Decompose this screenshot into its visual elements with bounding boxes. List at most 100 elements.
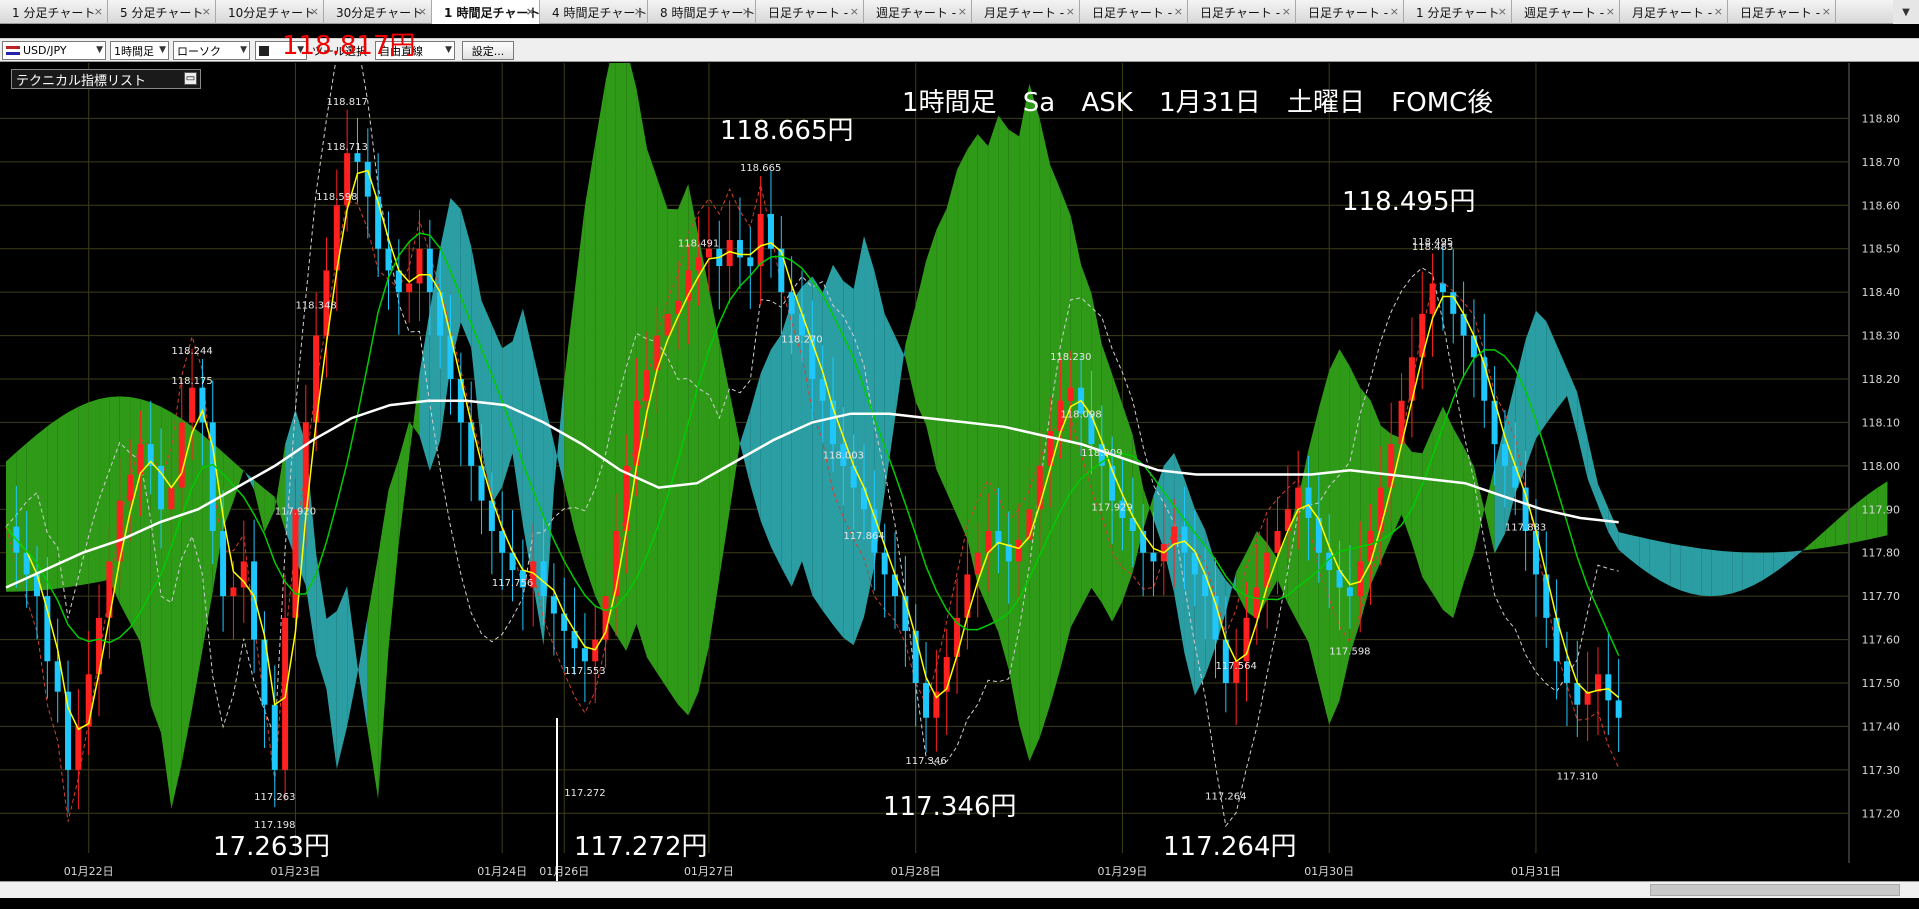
chart-tab[interactable]: 月足チャート - × [1620, 0, 1728, 24]
price-axis-label: 117.40 [1862, 720, 1901, 733]
close-icon[interactable]: × [850, 5, 859, 18]
ichimoku-cloud-segment [957, 149, 968, 540]
settings-button[interactable]: 設定... [462, 41, 514, 60]
candle-body [230, 587, 237, 597]
ichimoku-cloud-segment [1732, 551, 1743, 594]
technical-indicator-list-label: テクニカル指標リスト [16, 73, 147, 89]
ichimoku-cloud-segment [595, 80, 606, 618]
price-callout: 17.263円 [213, 832, 330, 862]
price-axis-label: 117.90 [1862, 503, 1901, 516]
close-icon[interactable]: × [418, 5, 427, 18]
close-icon[interactable]: × [1606, 5, 1615, 18]
ichimoku-cloud-segment [677, 183, 689, 716]
chart-tab-bar: 1 分足チャート × 5 分足チャート × 10分足チャート × 30分足チャート × 1 時間… [0, 0, 1919, 24]
chevron-down-icon: ▼ [240, 45, 247, 55]
close-icon[interactable]: × [1714, 5, 1723, 18]
candle-body [881, 552, 888, 575]
chart-tab[interactable]: 1 時間足チャート × [432, 0, 540, 24]
close-icon[interactable]: × [526, 5, 535, 18]
chart-tab-label: 日足チャート - [1308, 5, 1389, 20]
close-icon[interactable]: × [958, 5, 967, 18]
chart-tab[interactable]: 1 分足チャート × [0, 0, 108, 24]
price-chart[interactable]: 118.817 118.713 118.598 118.244 118.175 118.3… [0, 63, 1919, 881]
ichimoku-cloud-segment [1691, 547, 1702, 596]
ichimoku-cloud-segment [988, 115, 999, 633]
tab-list-dropdown-icon[interactable]: ▼ [1893, 0, 1919, 24]
candle-body [643, 370, 650, 401]
close-icon[interactable]: × [1822, 5, 1831, 18]
color-swatch-icon [259, 45, 269, 56]
close-icon[interactable]: × [202, 5, 211, 18]
collapse-icon[interactable]: ▭ [184, 72, 197, 85]
time-axis-label: 01月22日 [64, 865, 114, 878]
ichimoku-cloud-segment [895, 335, 906, 419]
ichimoku-cloud-segment [729, 392, 740, 511]
price-extreme-label: 117.598 [1329, 646, 1370, 657]
ichimoku-cloud-segment [926, 230, 937, 470]
ichimoku-cloud-segment [378, 490, 389, 800]
close-icon[interactable]: × [94, 5, 103, 18]
candle-body [985, 531, 992, 553]
chart-tab[interactable]: 4 時間足チャート × [540, 0, 648, 24]
chart-tab[interactable]: 日足チャート - × [1728, 0, 1836, 24]
chart-tab[interactable]: 30分足チャート × [324, 0, 432, 24]
candle-body [1605, 674, 1612, 701]
chart-tab[interactable]: 週足チャート - × [864, 0, 972, 24]
ichimoku-cloud-segment [68, 406, 79, 588]
ichimoku-cloud-segment [357, 615, 368, 733]
price-extreme-label: 117.272 [564, 788, 605, 799]
ichimoku-cloud-segment [1649, 539, 1660, 581]
close-icon[interactable]: × [1498, 5, 1507, 18]
price-extreme-label: 118.003 [823, 451, 864, 462]
candle-body [354, 153, 361, 162]
close-icon[interactable]: × [1066, 5, 1075, 18]
scrollbar-thumb[interactable] [1650, 884, 1900, 896]
price-axis-label: 118.30 [1862, 330, 1901, 343]
chart-tab[interactable]: 日足チャート - × [1080, 0, 1188, 24]
chart-tab[interactable]: 日足チャート - × [1296, 0, 1404, 24]
chart-tab[interactable]: 10分足チャート × [216, 0, 324, 24]
close-icon[interactable]: × [742, 5, 751, 18]
ichimoku-cloud-segment [1825, 521, 1836, 548]
symbol-select[interactable]: USD/JPY ▼ [2, 41, 106, 60]
candle-body [861, 487, 868, 510]
price-extreme-label: 118.348 [295, 301, 336, 312]
ichimoku-cloud-segment [1773, 551, 1785, 574]
close-icon[interactable]: × [1390, 5, 1399, 18]
chart-tab-label: 5 分足チャート [120, 5, 204, 20]
chart-tab[interactable]: 月足チャート - × [972, 0, 1080, 24]
chart-tab[interactable]: 8 時間足チャート × [648, 0, 756, 24]
close-icon[interactable]: × [310, 5, 319, 18]
chart-tab[interactable]: 5 分足チャート × [108, 0, 216, 24]
candle-body [1150, 552, 1157, 562]
chart-type-select[interactable]: ローソク ▼ [173, 41, 250, 60]
candle-body [788, 292, 795, 314]
candle-body [96, 617, 103, 675]
chevron-down-icon: ▼ [159, 45, 166, 55]
candle-body [1594, 674, 1601, 692]
chart-tab[interactable]: 日足チャート - × [1188, 0, 1296, 24]
ichimoku-cloud-segment [1587, 438, 1598, 506]
price-extreme-label: 117.263 [254, 792, 295, 803]
high-price-annotation: 118.817円 [282, 31, 416, 61]
price-extreme-label: 117.553 [564, 666, 605, 677]
chart-tab[interactable]: 週足チャート - × [1512, 0, 1620, 24]
candle-body [1439, 283, 1446, 293]
timeframe-select[interactable]: 1時間足 ▼ [110, 41, 169, 60]
ichimoku-cloud-segment [130, 397, 141, 643]
chevron-down-icon: ▼ [96, 45, 103, 55]
candle-body [1016, 539, 1023, 562]
close-icon[interactable]: × [634, 5, 643, 18]
horizontal-scrollbar[interactable] [0, 881, 1919, 898]
technical-indicator-list[interactable]: テクニカル指標リスト ▭ [11, 69, 201, 89]
ichimoku-cloud-segment [864, 236, 875, 617]
close-icon[interactable]: × [1174, 5, 1183, 18]
candle-body [1171, 526, 1178, 545]
chart-tab[interactable]: 1 分足チャート × [1404, 0, 1512, 24]
close-icon[interactable]: × [1282, 5, 1291, 18]
candle-body [974, 552, 981, 575]
chart-tab[interactable]: 日足チャート - × [756, 0, 864, 24]
candle-body [892, 574, 899, 597]
ichimoku-cloud-segment [1618, 532, 1629, 559]
chart-tab-label: 日足チャート - [1092, 5, 1173, 20]
